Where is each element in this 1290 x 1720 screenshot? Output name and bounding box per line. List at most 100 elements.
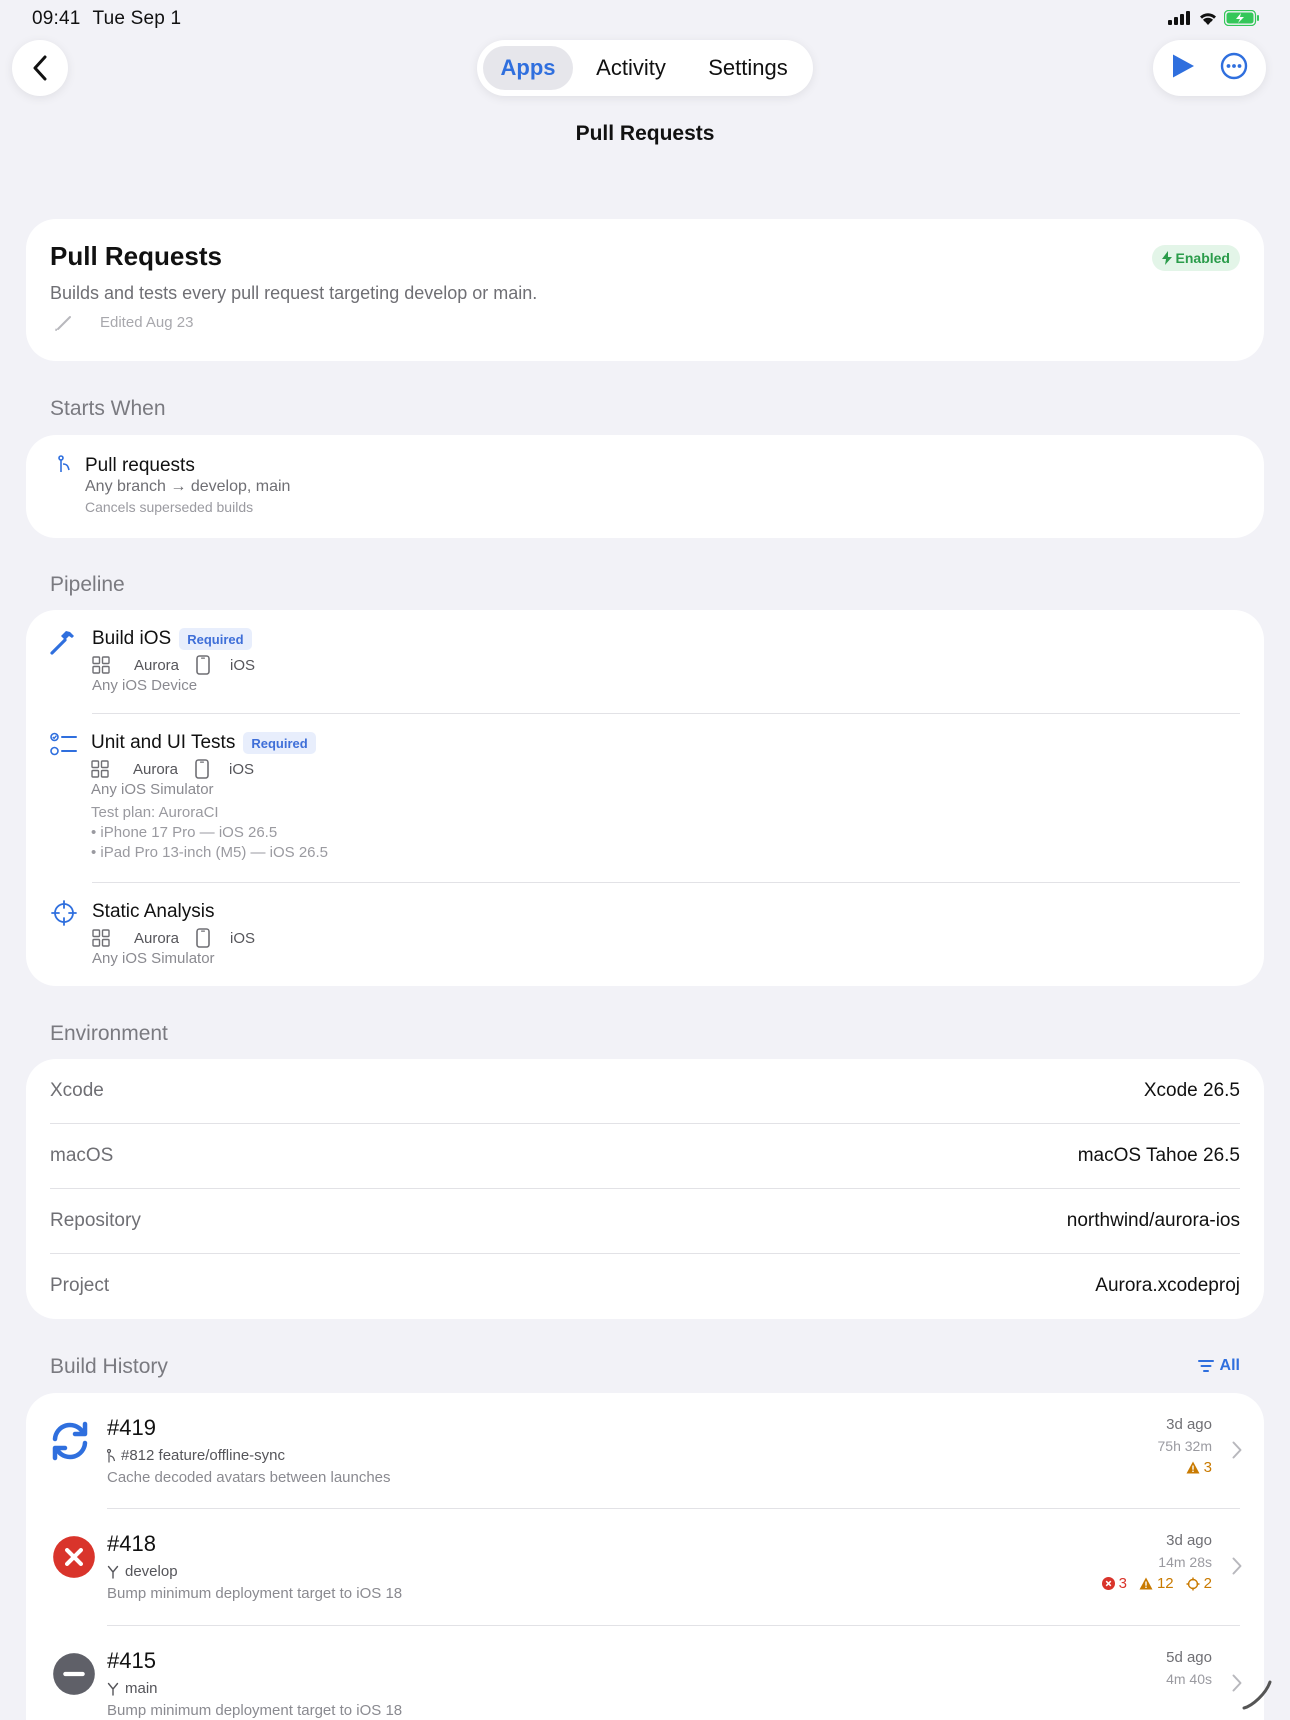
action-title: Build iOS Required: [92, 628, 252, 650]
test-plan: Test plan: AuroraCI: [91, 804, 219, 821]
error-count-value: 3: [1118, 1575, 1127, 1592]
status-badge-label: Enabled: [1175, 250, 1230, 266]
signal-icon: [1168, 11, 1190, 25]
warning-count-value: 3: [1203, 1459, 1212, 1476]
env-row-project[interactable]: Project Aurora.xcodeproj: [50, 1254, 1240, 1318]
device-icon: [196, 928, 210, 948]
pipeline-action-analysis[interactable]: Static Analysis Aurora iOS Any iOS Simul…: [26, 883, 1264, 983]
build-history-card: #419 #812 feature/offline-sync Cache dec…: [26, 1393, 1264, 1720]
workflow-name: Pull Requests: [50, 241, 222, 271]
analyzer-count: 2: [1186, 1575, 1212, 1592]
build-ref-label: #812 feature/offline-sync: [121, 1447, 285, 1464]
battery-icon: [1224, 10, 1259, 26]
filter-icon: [1197, 1360, 1214, 1372]
filter-button[interactable]: All: [1197, 1357, 1240, 1375]
env-value: macOS Tahoe 26.5: [1077, 1145, 1240, 1166]
tab-settings[interactable]: Settings: [689, 46, 807, 90]
action-scheme: Aurora: [134, 656, 180, 674]
section-pipeline: Pipeline: [50, 573, 125, 596]
tests-icon: [50, 732, 77, 756]
action-scheme: Aurora: [134, 929, 180, 947]
device-icon: [195, 759, 209, 779]
env-key: Repository: [50, 1210, 141, 1231]
build-row[interactable]: #415 main Bump minimum deployment target…: [26, 1626, 1264, 1720]
build-when: 5d ago: [1166, 1649, 1212, 1666]
section-starts-when: Starts When: [50, 397, 166, 420]
build-issues: 3: [1186, 1459, 1212, 1476]
action-platform: iOS: [229, 760, 255, 778]
env-value: Aurora.xcodeproj: [1095, 1275, 1240, 1296]
pipeline-card: Build iOS Required Aurora iOS Any iOS De…: [26, 610, 1264, 986]
branch-icon: [107, 1682, 119, 1696]
error-icon: [1101, 1577, 1115, 1590]
env-row-repository[interactable]: Repository northwind/aurora-ios: [50, 1189, 1240, 1253]
action-platform: iOS: [230, 656, 256, 674]
required-badge: Required: [243, 732, 316, 754]
env-key: Xcode: [50, 1080, 104, 1101]
more-button[interactable]: [1220, 52, 1248, 85]
env-row-xcode[interactable]: Xcode Xcode 26.5: [50, 1059, 1240, 1123]
status-date: Tue Sep 1: [92, 8, 182, 29]
env-value: Xcode 26.5: [1143, 1080, 1240, 1101]
build-ref: #812 feature/offline-sync: [107, 1447, 285, 1464]
build-row[interactable]: #419 #812 feature/offline-sync Cache dec…: [26, 1393, 1264, 1509]
status-bar-time: 09:41 Tue Sep 1: [32, 8, 193, 30]
env-key: macOS: [50, 1145, 114, 1166]
scheme-icon: [92, 929, 110, 947]
status-bar-icons: [1168, 10, 1260, 26]
action-destination: Any iOS Simulator: [91, 781, 214, 798]
build-message: Cache decoded avatars between launches: [107, 1469, 391, 1486]
warning-count: 3: [1186, 1459, 1212, 1476]
build-row[interactable]: #418 develop Bump minimum deployment tar…: [26, 1509, 1264, 1625]
workflow-header-card: Pull Requests Enabled Builds and tests e…: [26, 219, 1264, 361]
warning-count: 12: [1139, 1575, 1174, 1592]
build-duration: 4m 40s: [1166, 1671, 1212, 1687]
resize-handle-icon[interactable]: [1240, 1678, 1274, 1712]
back-chevron-icon: [33, 55, 47, 81]
test-device: • iPad Pro 13-inch (M5) — iOS 26.5: [91, 844, 329, 861]
nav-title: Pull Requests: [575, 122, 715, 145]
build-duration: 75h 32m: [1157, 1438, 1212, 1454]
env-row-macos[interactable]: macOS macOS Tahoe 26.5: [50, 1124, 1240, 1188]
edited-info: Edited Aug 23: [50, 313, 193, 331]
warning-icon: [1186, 1461, 1200, 1474]
scheme-icon: [92, 656, 110, 674]
build-message: Bump minimum deployment target to iOS 18: [107, 1702, 403, 1719]
environment-card: Xcode Xcode 26.5 macOS macOS Tahoe 26.5 …: [26, 1059, 1264, 1319]
pencil-icon: [55, 316, 71, 331]
action-meta: Aurora iOS: [91, 759, 254, 779]
edited-date: Edited Aug 23: [100, 313, 194, 331]
build-ref-label: develop: [125, 1563, 178, 1580]
status-badge: Enabled: [1151, 245, 1240, 271]
action-destination: Any iOS Simulator: [92, 950, 215, 967]
start-build-button[interactable]: [1171, 53, 1195, 84]
hammer-icon: [50, 631, 74, 655]
play-icon: [1173, 54, 1195, 77]
test-plan-details: Test plan: AuroraCI • iPhone 17 Pro — iO…: [91, 803, 328, 863]
tab-apps[interactable]: Apps: [483, 46, 573, 90]
start-condition-branches: Any branch → develop, main: [85, 478, 291, 495]
device-icon: [196, 655, 210, 675]
analyzer-count-value: 2: [1203, 1575, 1212, 1592]
build-issues: 3 12 2: [1101, 1575, 1212, 1592]
pull-request-icon: [107, 1448, 115, 1462]
env-key: Project: [50, 1275, 110, 1296]
warning-icon: [1139, 1577, 1153, 1590]
action-platform: iOS: [230, 929, 256, 947]
build-number: #418: [107, 1531, 156, 1556]
bolt-icon: [1161, 251, 1172, 265]
action-name: Unit and UI Tests: [91, 732, 236, 753]
tab-activity[interactable]: Activity: [573, 46, 689, 90]
action-destination: Any iOS Device: [92, 677, 198, 694]
build-ref: develop: [107, 1563, 178, 1580]
action-scheme: Aurora: [133, 760, 179, 778]
start-condition-card[interactable]: Pull requests Any branch → develop, main…: [26, 435, 1264, 538]
pipeline-action-build[interactable]: Build iOS Required Aurora iOS Any iOS De…: [26, 610, 1264, 714]
error-count: 3: [1101, 1575, 1127, 1592]
build-when: 3d ago: [1166, 1532, 1212, 1549]
pipeline-action-tests[interactable]: Unit and UI Tests Required Aurora iOS An…: [26, 714, 1264, 884]
section-segmented-control: Apps Activity Settings: [477, 40, 813, 96]
test-device: • iPhone 17 Pro — iOS 26.5: [91, 824, 278, 841]
back-button[interactable]: [12, 40, 68, 96]
action-title: Unit and UI Tests Required: [91, 732, 316, 754]
